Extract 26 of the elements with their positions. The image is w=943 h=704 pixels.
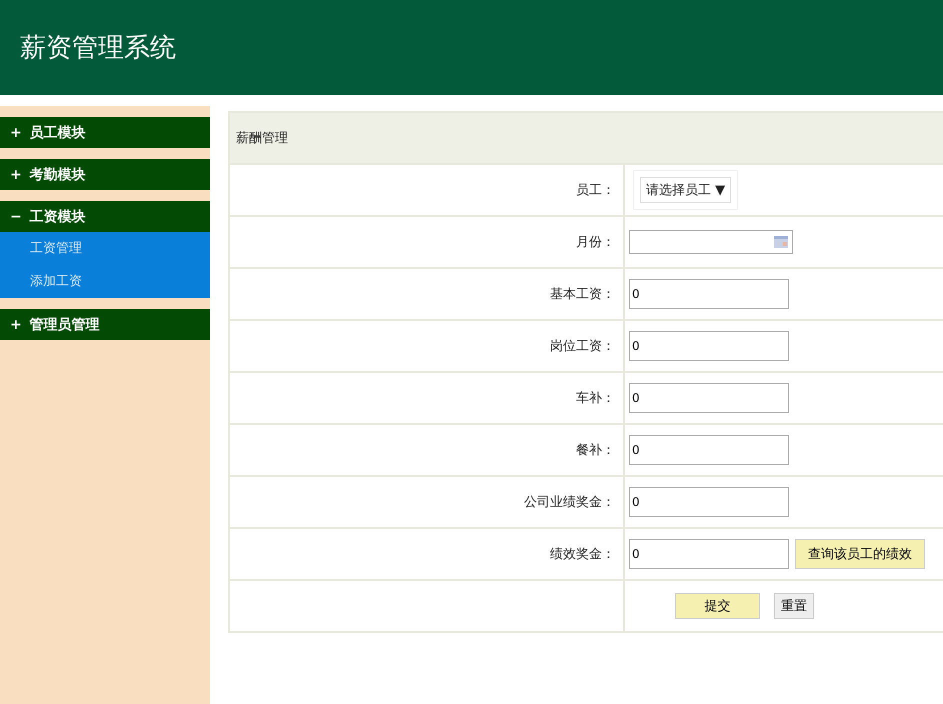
input-field[interactable]: 0 (629, 331, 789, 361)
employee-select[interactable]: 请选择员工 ▼ (640, 177, 732, 203)
menu-module[interactable]: − 工资模块 (0, 201, 210, 232)
input-field[interactable]: 0 (629, 279, 789, 309)
submit-button[interactable]: 提交 (675, 593, 760, 619)
field-label: 岗位工资： (550, 339, 615, 354)
field-label: 基本工资： (550, 287, 615, 302)
reset-button[interactable]: 重置 (774, 593, 814, 619)
input-field[interactable]: 0 (629, 383, 789, 413)
field-label: 月份： (576, 235, 615, 250)
field-label: 绩效奖金： (550, 547, 615, 562)
input-field[interactable]: 0 (629, 539, 789, 569)
form-title: 薪酬管理 (229, 112, 943, 164)
month-field[interactable] (629, 230, 793, 254)
query-button[interactable]: 查询该员工的绩效 (795, 539, 925, 569)
menu-module[interactable]: + 考勤模块 (0, 159, 210, 190)
menu-module[interactable]: + 管理员管理 (0, 309, 210, 340)
field-label: 公司业绩奖金： (524, 495, 615, 510)
calendar-icon[interactable] (774, 236, 788, 248)
field-label: 餐补： (576, 443, 615, 458)
input-field[interactable]: 0 (629, 487, 789, 517)
app-title: 薪资管理系统 (20, 32, 176, 65)
input-field[interactable]: 0 (629, 435, 789, 465)
menu-module[interactable]: + 员工模块 (0, 117, 210, 148)
field-label: 车补： (576, 391, 615, 406)
field-label: 员工： (576, 183, 615, 198)
